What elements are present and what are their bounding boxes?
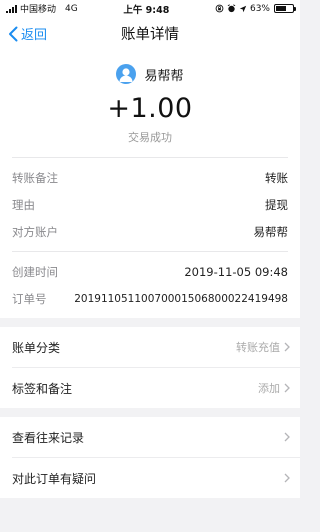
payee: 易帮帮 [0,50,300,84]
chevron-right-icon [284,473,290,483]
detail-label: 对方账户 [12,224,58,239]
battery-icon [273,4,296,13]
order-question-item[interactable]: 对此订单有疑问 [12,457,300,498]
back-label: 返回 [21,28,48,43]
alarm-icon [227,4,236,13]
menu-item-label: 对此订单有疑问 [12,471,97,486]
bill-category-item[interactable]: 账单分类 转账充值 [12,327,300,367]
page-title: 账单详情 [121,27,179,43]
detail-value: 易帮帮 [253,224,289,239]
detail-value: 转账 [265,170,288,185]
detail-label: 转账备注 [12,170,58,185]
back-button[interactable]: 返回 [8,17,47,50]
section-gap [0,318,300,327]
menu-item-value: 添加 [258,382,280,395]
chevron-right-icon [284,342,290,352]
detail-value: 2019-11-05 09:48 [184,264,288,279]
tags-notes-item[interactable]: 标签和备注 添加 [12,367,300,408]
chevron-right-icon [284,432,290,442]
amount: +1.00 [107,93,193,124]
detail-label: 创建时间 [12,264,58,279]
detail-row-counterparty: 对方账户 易帮帮 [12,218,288,245]
orientation-lock-icon [215,4,224,13]
detail-label: 理由 [12,197,35,212]
avatar-user-icon [116,64,137,84]
battery-fill [275,6,287,11]
view-history-item[interactable]: 查看往来记录 [12,417,300,457]
menu-item-label: 账单分类 [12,340,61,355]
detail-value[interactable]: 20191105110070001506800022419498 [74,293,288,305]
status-time: 上午 9:48 [123,4,170,16]
payee-name: 易帮帮 [144,68,184,84]
transaction-summary: 易帮帮 +1.00 交易成功 [0,50,300,157]
detail-row-remark: 转账备注 转账 [12,164,288,191]
divider [12,251,288,252]
battery-percent: 63% [249,3,270,14]
details-section: 转账备注 转账 理由 提现 对方账户 易帮帮 创建时间 2019-11-05 0… [0,157,300,318]
menu-item-right: 转账充值 [236,339,290,355]
network-label: 4G [65,3,78,14]
detail-value: 提现 [265,197,288,212]
menu-group-2: 查看往来记录 对此订单有疑问 [0,417,300,498]
status-left: 中国移动 4G [6,2,78,15]
signal-icon [6,4,17,13]
menu-item-right: 添加 [258,380,290,396]
menu-item-value: 转账充值 [236,341,280,354]
chevron-left-icon [9,26,18,41]
detail-label: 订单号 [12,291,47,306]
menu-item-label: 标签和备注 [12,381,73,396]
detail-row-reason: 理由 提现 [12,191,288,218]
detail-row-order-number: 订单号 20191105110070001506800022419498 [12,285,288,318]
divider [12,157,288,158]
status-right: 63% [215,3,296,14]
carrier-label: 中国移动 [20,5,57,15]
detail-row-created-time: 创建时间 2019-11-05 09:48 [12,258,288,285]
location-icon [239,5,247,12]
menu-item-label: 查看往来记录 [12,430,85,445]
transaction-status: 交易成功 [128,131,172,144]
chevron-right-icon [284,383,290,393]
menu-group-1: 账单分类 转账充值 标签和备注 添加 [0,327,300,408]
status-bar: 中国移动 4G 上午 9:48 63% [0,0,300,17]
nav-bar: 返回 账单详情 [0,17,300,50]
section-gap [0,408,300,417]
